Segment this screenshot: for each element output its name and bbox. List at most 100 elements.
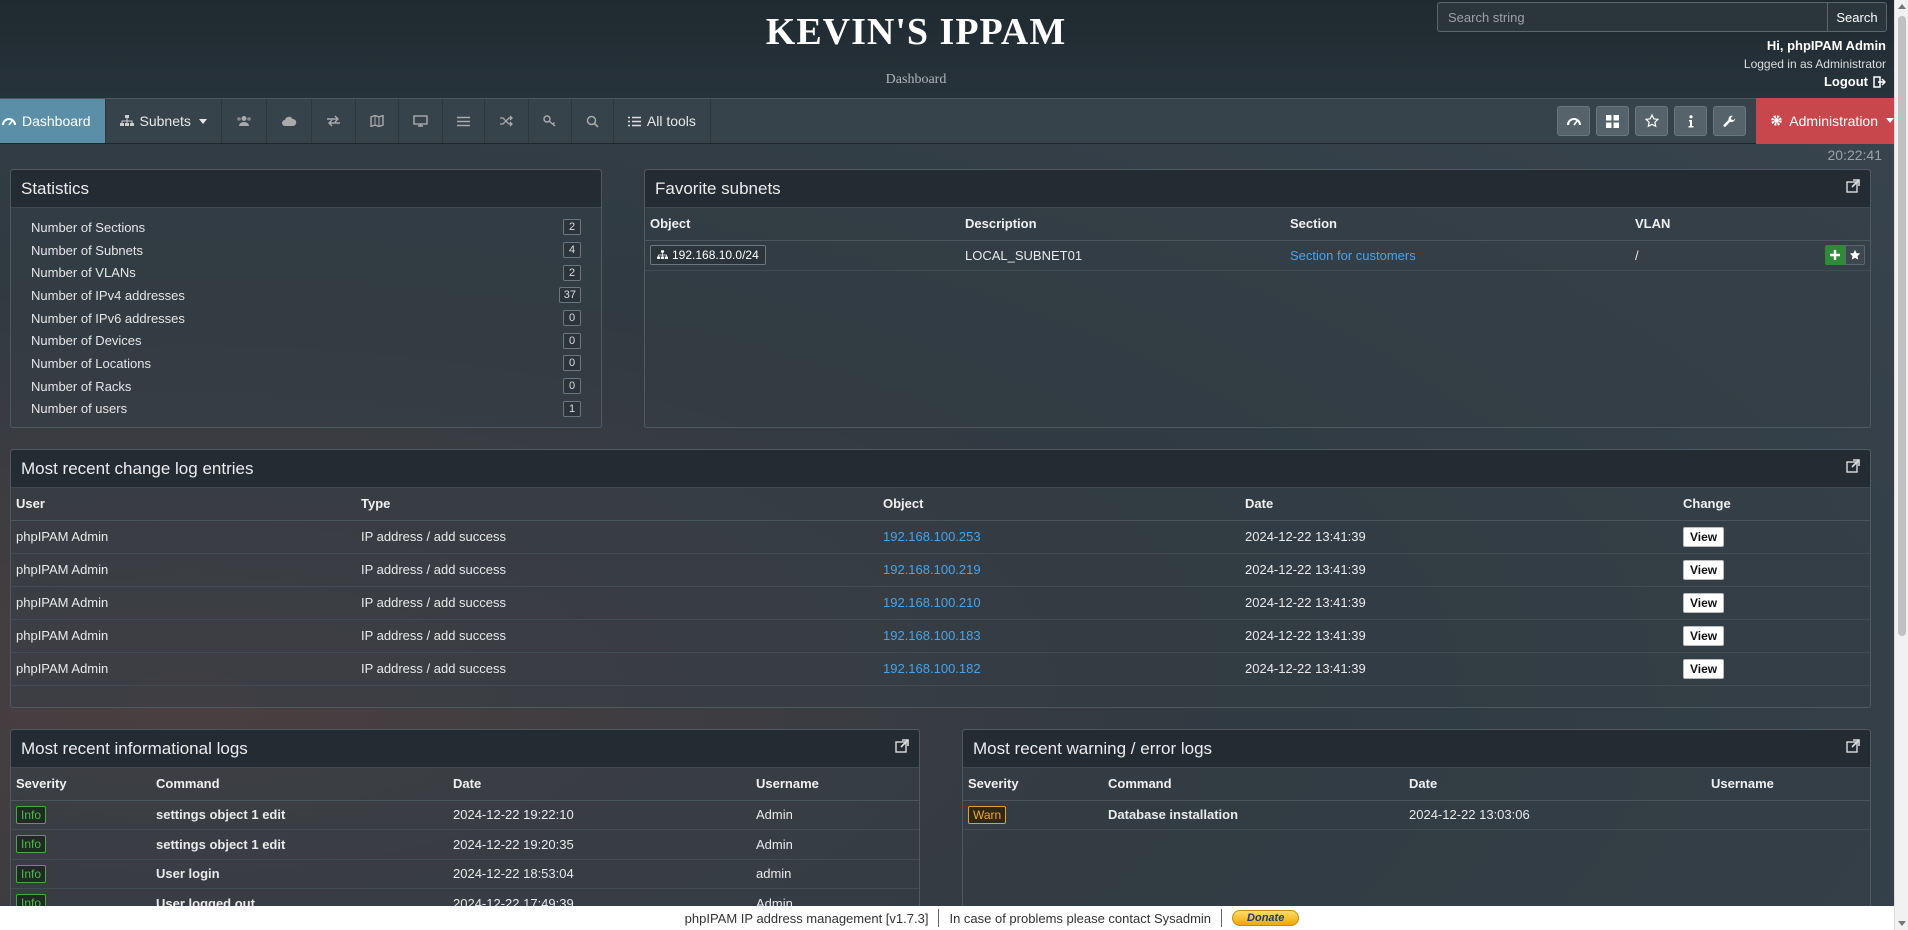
- favorites-button[interactable]: [1635, 106, 1669, 136]
- favorite-section-cell: Section for customers: [1285, 240, 1630, 271]
- map-icon: [370, 115, 384, 127]
- changelog-change-cell: View: [1678, 553, 1870, 587]
- table-row: phpIPAM Admin IP address / add success 192…: [11, 619, 1870, 653]
- subnet-label: 192.168.10.0/24: [672, 248, 759, 262]
- statistics-title: Statistics: [11, 170, 601, 208]
- dashboard-icon: [2, 118, 16, 126]
- column-header: Object: [878, 488, 1240, 521]
- view-button[interactable]: View: [1683, 559, 1725, 580]
- stat-row: Number of IPv4 addresses 37: [31, 284, 581, 307]
- scroll-up-arrow[interactable]: [1898, 4, 1906, 9]
- stat-count-badge: 1: [563, 400, 581, 417]
- search-input[interactable]: [1437, 2, 1827, 32]
- changelog-object-cell: 192.168.100.219: [878, 553, 1240, 587]
- external-link-icon[interactable]: [1846, 179, 1860, 193]
- chevron-down-icon: [198, 118, 207, 124]
- scroll-down-arrow[interactable]: [1898, 921, 1906, 926]
- table-header-row: Severity Command Date Username: [963, 768, 1870, 801]
- log-command: settings object 1 edit: [151, 829, 448, 860]
- nav-all-tools[interactable]: All tools: [614, 99, 711, 143]
- footer-version: phpIPAM IP address management [v1.7.3]: [684, 910, 929, 926]
- widgets-button[interactable]: [1596, 106, 1630, 136]
- changelog-type: IP address / add success: [356, 520, 878, 554]
- footer-contact[interactable]: In case of problems please contact Sysad…: [949, 911, 1211, 926]
- table-header-row: Severity Command Date Username: [11, 768, 919, 801]
- section-link[interactable]: Section for customers: [1290, 248, 1416, 263]
- cloud-icon: [281, 116, 297, 126]
- external-link-icon[interactable]: [1846, 739, 1860, 753]
- nav-left: Dashboard Subnets All tools: [0, 99, 711, 143]
- column-header: VLAN: [1630, 208, 1820, 241]
- changelog-date: 2024-12-22 13:41:39: [1240, 553, 1678, 587]
- favorite-vlan: /: [1630, 240, 1820, 271]
- subnet-link[interactable]: 192.168.10.0/24: [650, 245, 766, 265]
- nav-vlan[interactable]: [312, 99, 356, 143]
- stat-label: Number of Racks: [31, 378, 132, 394]
- nav-devices[interactable]: [399, 99, 443, 143]
- star-icon: [1849, 249, 1861, 260]
- view-button[interactable]: View: [1683, 658, 1725, 679]
- add-button[interactable]: [1825, 245, 1845, 265]
- stat-row: Number of Locations 0: [31, 352, 581, 375]
- stat-count-badge: 0: [563, 355, 581, 372]
- main-navbar: Dashboard Subnets All tools Administrati…: [0, 97, 1908, 144]
- changelog-change-cell: View: [1678, 520, 1870, 554]
- log-username: Admin: [751, 829, 919, 860]
- view-button[interactable]: View: [1683, 592, 1725, 613]
- nav-nat[interactable]: [485, 99, 529, 143]
- stat-label: Number of Subnets: [31, 242, 144, 258]
- changelog-user: phpIPAM Admin: [11, 553, 356, 587]
- column-header: Command: [151, 768, 448, 801]
- external-link-icon[interactable]: [895, 739, 909, 753]
- footer-divider: [938, 909, 940, 927]
- log-username: Admin: [751, 800, 919, 830]
- nav-cloud[interactable]: [267, 99, 312, 143]
- favorite-subnets-title-text: Favorite subnets: [655, 178, 781, 198]
- page-scrollbar[interactable]: [1894, 0, 1908, 930]
- view-button[interactable]: View: [1683, 625, 1725, 646]
- search-button[interactable]: Search: [1827, 2, 1887, 32]
- tools-button[interactable]: [1713, 106, 1747, 136]
- ip-address-link[interactable]: 192.168.100.219: [883, 562, 981, 577]
- nav-locations[interactable]: [356, 99, 399, 143]
- view-button[interactable]: View: [1683, 526, 1725, 547]
- changelog-change-cell: View: [1678, 652, 1870, 686]
- ip-address-link[interactable]: 192.168.100.183: [883, 628, 981, 643]
- nav-dashboard[interactable]: Dashboard: [0, 99, 106, 143]
- logout-link[interactable]: Logout: [1744, 73, 1886, 91]
- footer-divider: [1221, 909, 1223, 927]
- nav-search[interactable]: [572, 99, 614, 143]
- changelog-date: 2024-12-22 13:41:39: [1240, 586, 1678, 620]
- remove-favorite-button[interactable]: [1845, 245, 1865, 265]
- column-header: Date: [448, 768, 751, 801]
- nav-groups[interactable]: [222, 99, 267, 143]
- favorite-object-cell: 192.168.10.0/24: [645, 240, 960, 271]
- nav-list[interactable]: [443, 99, 485, 143]
- column-header: User: [11, 488, 356, 521]
- stat-row: Number of Devices 0: [31, 329, 581, 352]
- donate-button[interactable]: Donate: [1232, 910, 1300, 926]
- log-command: User login: [151, 859, 448, 889]
- ip-address-link[interactable]: 192.168.100.210: [883, 595, 981, 610]
- desktop-icon: [413, 115, 428, 127]
- favorite-subnets-panel: Favorite subnets Object Description Sect…: [644, 169, 1871, 428]
- stat-count-badge: 0: [563, 310, 581, 327]
- warning-logs-title-text: Most recent warning / error logs: [973, 738, 1213, 758]
- changelog-table: User Type Object Date Change phpIPAM Adm…: [11, 488, 1870, 686]
- page-subtitle: Dashboard: [885, 72, 947, 87]
- table-row: Info User login 2024-12-22 18:53:04 admin: [11, 859, 919, 889]
- sitemap-icon: [657, 250, 668, 259]
- dashboard-button[interactable]: [1557, 106, 1591, 136]
- external-link-icon[interactable]: [1846, 459, 1860, 473]
- table-row: Info settings object 1 edit 2024-12-22 19:…: [11, 829, 919, 860]
- stat-row: Number of Racks 0: [31, 375, 581, 398]
- scroll-thumb[interactable]: [1898, 16, 1906, 636]
- nav-subnets-label: Subnets: [139, 113, 191, 129]
- ip-address-link[interactable]: 192.168.100.182: [883, 661, 981, 676]
- nav-key[interactable]: [529, 99, 572, 143]
- changelog-date: 2024-12-22 13:41:39: [1240, 520, 1678, 554]
- info-button[interactable]: [1674, 106, 1708, 136]
- ip-address-link[interactable]: 192.168.100.253: [883, 529, 981, 544]
- administration-menu[interactable]: Administration: [1756, 97, 1908, 144]
- nav-subnets[interactable]: Subnets: [106, 99, 222, 143]
